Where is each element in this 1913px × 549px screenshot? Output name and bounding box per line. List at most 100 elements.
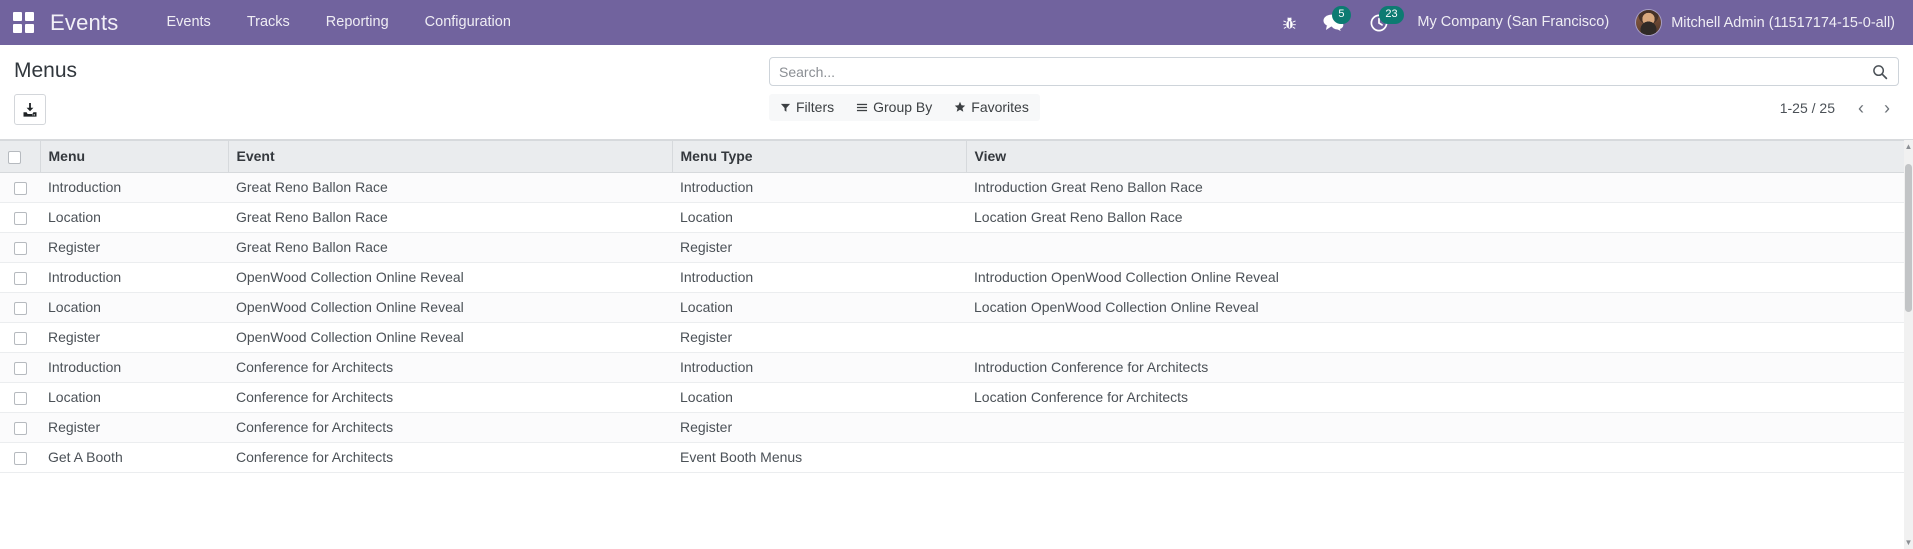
cell-menu: Introduction — [40, 262, 228, 293]
vertical-scrollbar[interactable]: ▲ ▼ — [1904, 140, 1913, 549]
scroll-up-icon[interactable]: ▲ — [1904, 141, 1913, 152]
menu-item-events[interactable]: Events — [148, 0, 228, 45]
cell-menu-type: Introduction — [672, 172, 966, 203]
cell-event: Great Reno Ballon Race — [228, 202, 672, 233]
select-all-header — [0, 140, 40, 173]
cell-event: OpenWood Collection Online Reveal — [228, 322, 672, 353]
row-select-checkbox[interactable] — [13, 451, 27, 465]
search-view[interactable] — [769, 57, 1899, 86]
cell-menu: Introduction — [40, 172, 228, 203]
filters-dropdown[interactable]: Filters — [769, 94, 845, 121]
cell-menu: Register — [40, 412, 228, 443]
debug-bug-button[interactable] — [1269, 0, 1310, 45]
table-row[interactable]: Introduction OpenWood Collection Online R… — [0, 262, 1905, 293]
row-select-checkbox[interactable] — [13, 421, 27, 435]
cell-view: Introduction OpenWood Collection Online … — [966, 262, 1905, 293]
pager: 1-25 / 25 ‹ › — [1780, 97, 1899, 119]
menu-item-configuration[interactable]: Configuration — [407, 0, 529, 45]
row-select-checkbox[interactable] — [13, 211, 27, 225]
pager-next-button[interactable]: › — [1875, 97, 1899, 119]
control-panel: Menus Search... Filters Group By Favorit… — [0, 45, 1913, 140]
row-select-checkbox[interactable] — [13, 361, 27, 375]
bug-icon — [1283, 16, 1297, 29]
cell-event: Conference for Architects — [228, 352, 672, 383]
row-select-checkbox[interactable] — [13, 241, 27, 255]
row-select-cell — [0, 232, 40, 263]
menu-item-reporting[interactable]: Reporting — [308, 0, 407, 45]
cell-menu: Location — [40, 202, 228, 233]
row-select-checkbox[interactable] — [13, 181, 27, 195]
activities-button[interactable]: 23 — [1357, 0, 1404, 45]
page-title: Menus — [14, 59, 78, 82]
search-input[interactable] — [779, 58, 1871, 85]
row-select-checkbox[interactable] — [13, 301, 27, 315]
row-select-checkbox[interactable] — [13, 391, 27, 405]
search-icon — [1873, 64, 1888, 79]
group-by-dropdown-label: Group By — [873, 99, 933, 115]
menu-item-tracks[interactable]: Tracks — [229, 0, 308, 45]
row-select-cell — [0, 352, 40, 383]
column-header-menu[interactable]: Menu — [39, 140, 228, 173]
row-select-cell — [0, 322, 40, 353]
messages-button[interactable]: 5 — [1310, 0, 1357, 45]
cell-menu-type: Location — [672, 292, 966, 323]
cell-menu-type: Location — [672, 202, 966, 233]
pager-value[interactable]: 1-25 / 25 — [1780, 100, 1847, 116]
cell-event: Great Reno Ballon Race — [228, 232, 672, 263]
control-panel-buttons — [14, 94, 77, 125]
app-brand-events[interactable]: Events — [46, 10, 126, 36]
select-all-checkbox[interactable] — [8, 150, 21, 164]
row-select-checkbox[interactable] — [13, 331, 27, 345]
table-row[interactable]: Introduction Conference for Architects Int… — [0, 352, 1905, 383]
cell-menu: Location — [40, 382, 228, 413]
control-panel-right: Filters Group By Favorites — [769, 45, 1899, 121]
list-view: Menu Event Menu Type View Introduction Gr… — [0, 140, 1913, 549]
favorites-dropdown[interactable]: Favorites — [943, 94, 1040, 121]
scrollbar-thumb[interactable] — [1905, 164, 1912, 312]
cell-menu-type: Register — [672, 232, 966, 263]
row-select-cell — [0, 382, 40, 413]
main-menu: Events Tracks Reporting Configuration — [148, 0, 528, 45]
messages-badge-count: 5 — [1332, 6, 1351, 24]
table-row[interactable]: Get A Booth Conference for Architects Even… — [0, 442, 1905, 473]
company-switcher[interactable]: My Company (San Francisco) — [1401, 0, 1625, 45]
filter-funnel-icon — [780, 103, 791, 112]
table-header-row: Menu Event Menu Type View — [0, 140, 1905, 173]
apps-menu-button[interactable] — [0, 0, 46, 45]
table-row[interactable]: Register OpenWood Collection Online Revea… — [0, 322, 1905, 353]
table-row[interactable]: Introduction Great Reno Ballon Race Introd… — [0, 172, 1905, 203]
column-header-menu-type[interactable]: Menu Type — [671, 140, 966, 173]
cell-view — [966, 442, 1905, 473]
table-row[interactable]: Register Conference for Architects Registe… — [0, 412, 1905, 443]
top-navbar: Events Events Tracks Reporting Configura… — [0, 0, 1913, 45]
cell-view — [966, 412, 1905, 443]
cell-menu-type: Register — [672, 412, 966, 443]
cell-menu-type: Location — [672, 382, 966, 413]
column-header-event[interactable]: Event — [227, 140, 672, 173]
cell-view: Location OpenWood Collection Online Reve… — [966, 292, 1905, 323]
cell-event: Conference for Architects — [228, 412, 672, 443]
row-select-cell — [0, 172, 40, 203]
pager-previous-button[interactable]: ‹ — [1849, 97, 1873, 119]
cell-view — [966, 232, 1905, 263]
table-row[interactable]: Location Great Reno Ballon Race Location Lo… — [0, 202, 1905, 233]
favorites-dropdown-label: Favorites — [971, 99, 1029, 115]
column-header-view[interactable]: View — [965, 140, 1905, 173]
user-menu[interactable]: Mitchell Admin (11517174-15-0-all) — [1625, 0, 1899, 45]
group-by-dropdown[interactable]: Group By — [845, 94, 943, 121]
import-download-icon — [23, 102, 37, 117]
cell-view — [966, 322, 1905, 353]
row-select-cell — [0, 442, 40, 473]
user-menu-label: Mitchell Admin (11517174-15-0-all) — [1671, 14, 1895, 31]
row-select-cell — [0, 292, 40, 323]
row-select-checkbox[interactable] — [13, 271, 27, 285]
table-row[interactable]: Location Conference for Architects Locatio… — [0, 382, 1905, 413]
search-button[interactable] — [1871, 64, 1889, 80]
control-panel-left: Menus — [14, 45, 77, 125]
table-header: Menu Event Menu Type View — [0, 140, 1905, 173]
table-row[interactable]: Location OpenWood Collection Online Revea… — [0, 292, 1905, 323]
table-row[interactable]: Register Great Reno Ballon Race Register — [0, 232, 1905, 263]
scroll-down-icon[interactable]: ▼ — [1904, 537, 1913, 548]
star-icon — [955, 101, 966, 112]
import-records-button[interactable] — [14, 94, 46, 125]
